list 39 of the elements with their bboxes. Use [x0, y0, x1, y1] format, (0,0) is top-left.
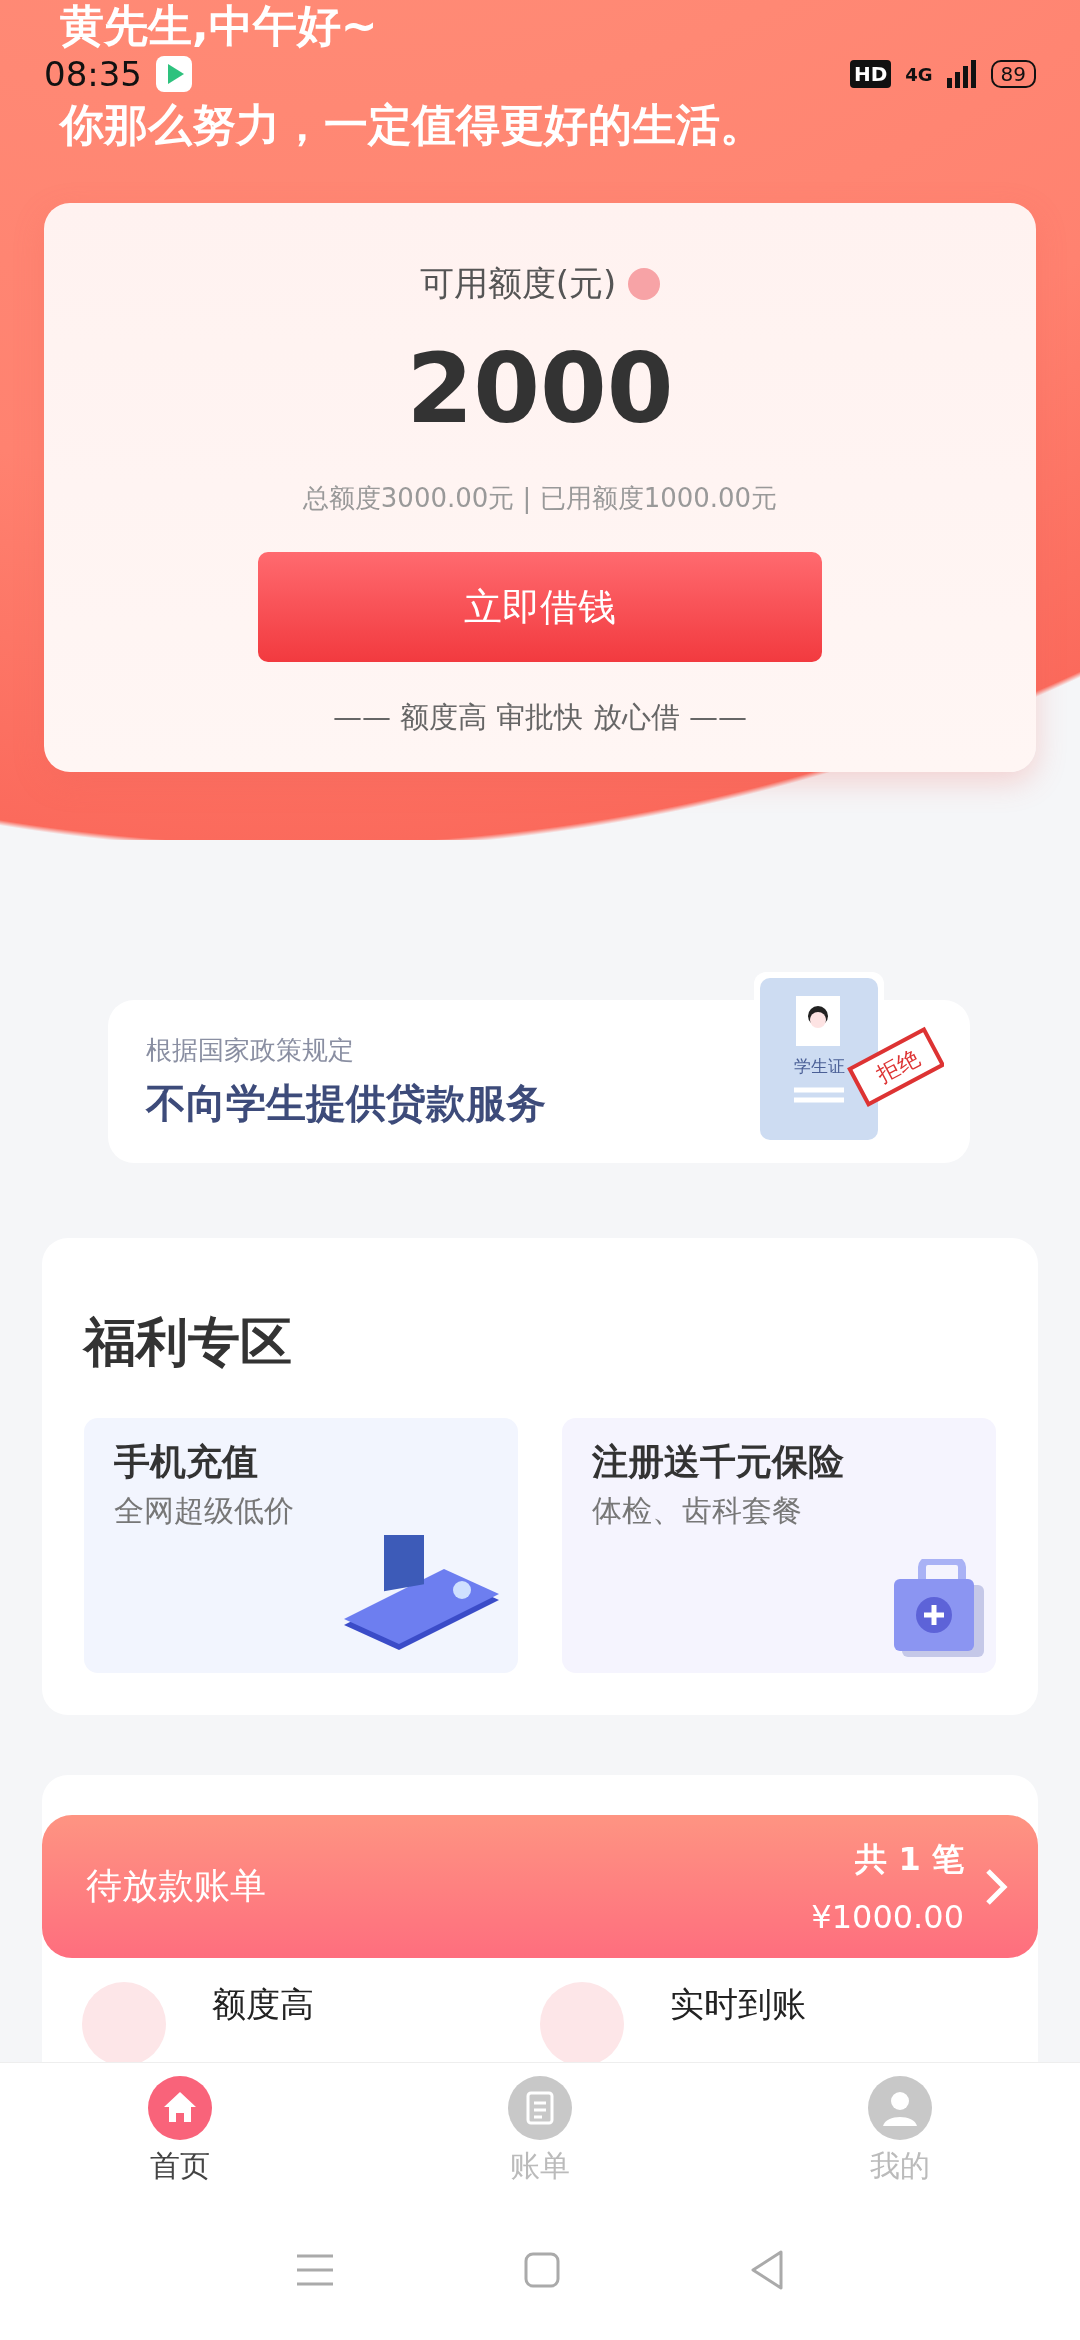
notice-caption: 根据国家政策规定 — [146, 1033, 355, 1067]
back-icon[interactable] — [749, 2250, 786, 2290]
credit-summary: 总额度3000.00元 | 已用额度1000.00元 — [302, 482, 778, 516]
pending-label: 待放款账单 — [86, 1864, 267, 1908]
card-title: 手机充值 — [114, 1440, 259, 1484]
menu-icon[interactable] — [294, 2252, 335, 2288]
tab-item[interactable]: 首页 — [0, 2063, 360, 2200]
credit-amount: 2000 — [406, 333, 674, 445]
battery-indicator: 89 — [990, 60, 1036, 88]
medical-kit-icon — [894, 1559, 984, 1659]
credit-title: 可用额度(元) — [419, 262, 617, 305]
card-subtitle: 全网超级低价 — [114, 1492, 295, 1530]
section-title: 福利专区 — [84, 1311, 293, 1374]
bill-count: 共 1 笔 — [855, 1838, 964, 1880]
network-indicator: 4G — [905, 63, 933, 85]
tab-item[interactable]: 账单 — [360, 2063, 720, 2200]
feature-label: 额度高 — [212, 1983, 314, 2026]
signal-icon — [946, 60, 977, 88]
feature-label: 实时到账 — [670, 1983, 806, 2026]
hd-indicator: HD — [849, 60, 892, 88]
chevron-right-icon — [984, 1866, 1008, 1907]
card-subtitle: 体检、齿科套餐 — [592, 1492, 803, 1530]
status-time: 08:35 — [44, 54, 142, 94]
home-button-icon[interactable] — [524, 2252, 560, 2288]
welfare-card[interactable]: 手机充值 全网超级低价 — [84, 1418, 518, 1673]
welfare-card[interactable]: 注册送千元保险 体检、齿科套餐 — [562, 1418, 996, 1673]
borrow-button[interactable]: 立即借钱 — [258, 552, 822, 662]
document-icon — [508, 2076, 572, 2140]
home-icon — [148, 2076, 212, 2140]
slogan-text: —— 额度高 审批快 放心借 —— — [333, 699, 747, 736]
app-icon — [156, 56, 192, 92]
pending-bill-bar[interactable]: 待放款账单 共 1 笔 ¥1000.00 — [42, 1815, 1038, 1958]
notice-headline: 不向学生提供贷款服务 — [146, 1078, 547, 1128]
greeting-text: 黄先生,中午好~ — [59, 0, 379, 52]
bill-amount: ¥1000.00 — [811, 1897, 964, 1936]
tab-item[interactable]: 我的 — [720, 2063, 1080, 2200]
motto-text: 你那么努力，一定值得更好的生活。 — [58, 98, 765, 152]
card-title: 注册送千元保险 — [592, 1440, 845, 1484]
user-icon — [868, 2076, 932, 2140]
